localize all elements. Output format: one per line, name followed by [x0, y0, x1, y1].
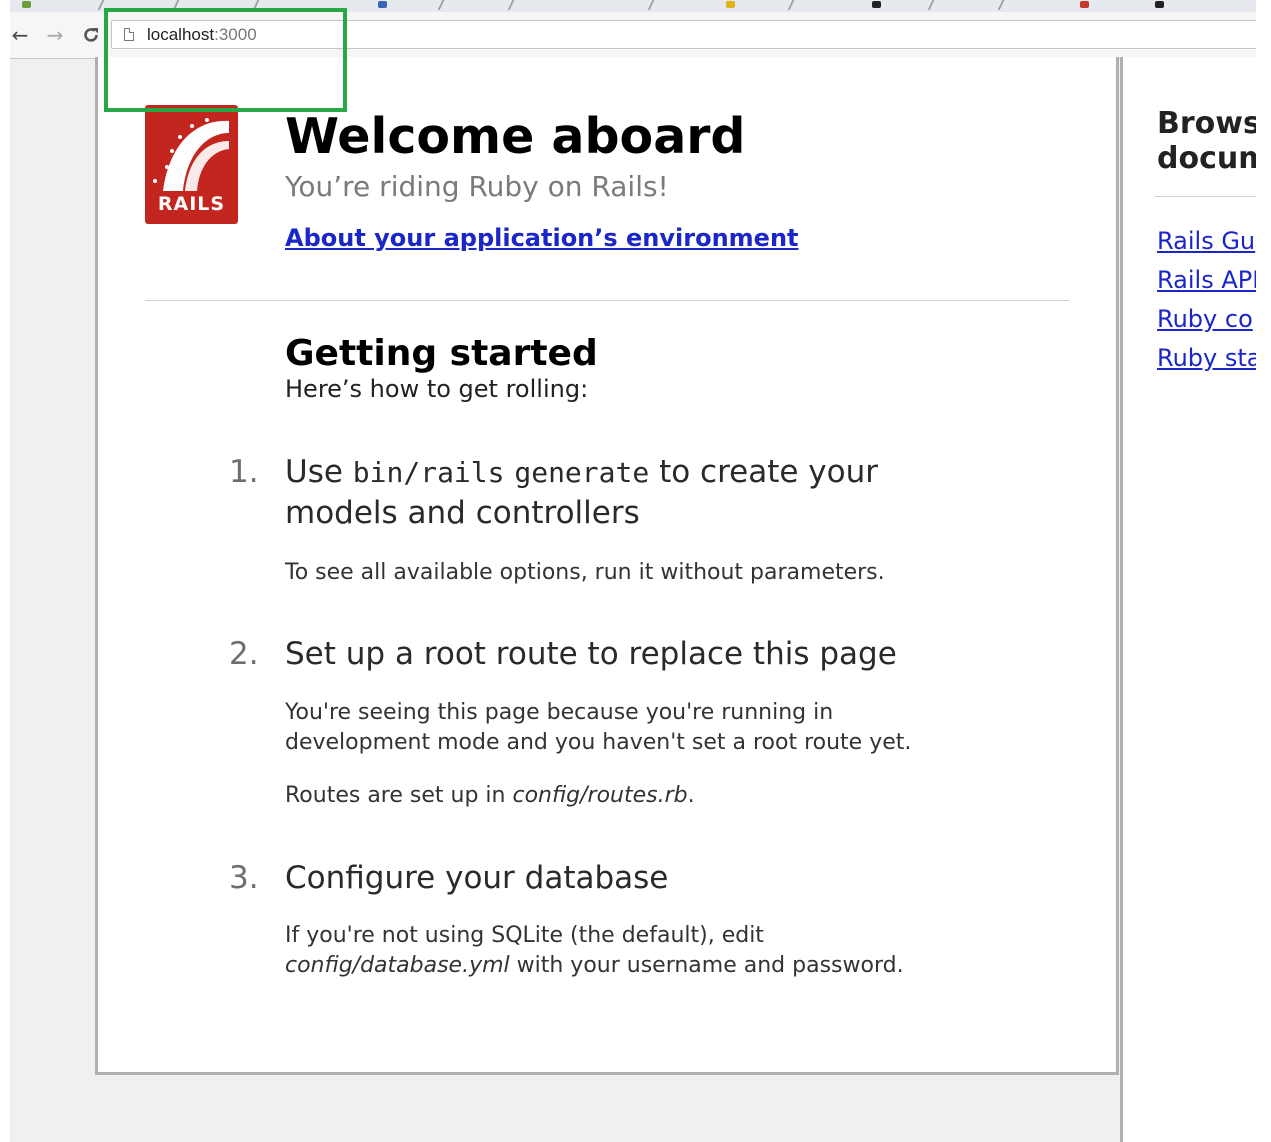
- sidebar-link-rails-guides[interactable]: Rails Gu: [1157, 227, 1255, 255]
- tab-favicon[interactable]: [1155, 1, 1164, 8]
- step-1-code-generate: generate: [514, 456, 650, 489]
- step-1-title-line2: models and controllers: [285, 495, 640, 531]
- page-title: Welcome aboard: [285, 108, 746, 165]
- forward-arrow-icon[interactable]: →: [43, 23, 67, 47]
- browse-heading-line2: docum: [1157, 141, 1270, 176]
- browse-heading-line1: Brows: [1157, 106, 1261, 141]
- step-3-description-line2: config/database.yml with your username a…: [285, 953, 904, 978]
- tab-separator: [507, 0, 515, 10]
- tab-separator: [437, 0, 445, 10]
- address-bar-highlight: [104, 8, 347, 112]
- tab-separator: [787, 0, 795, 10]
- rails-logo: RAILS: [145, 105, 238, 224]
- step-3-description-post: with your username and password.: [516, 953, 904, 978]
- step-1-title: Use bin/rails generate to create your: [285, 454, 878, 490]
- section-divider: [145, 300, 1069, 301]
- getting-started-heading: Getting started: [285, 333, 598, 374]
- step-2-number: 2.: [229, 636, 259, 672]
- tab-favicon[interactable]: [726, 1, 735, 8]
- tab-separator: [647, 0, 655, 10]
- routes-note-pre: Routes are set up in: [285, 783, 506, 808]
- window-right-edge: [1256, 0, 1271, 1142]
- sidebar-panel: [1120, 57, 1256, 1142]
- page-subtitle: You’re riding Ruby on Rails!: [285, 170, 669, 203]
- step-1-title-pre: Use: [285, 454, 343, 490]
- routes-note-post: .: [687, 783, 695, 808]
- tab-favicon[interactable]: [378, 1, 387, 8]
- sidebar-link-ruby-stdlib[interactable]: Ruby sta: [1157, 344, 1262, 372]
- reload-icon[interactable]: [79, 23, 103, 47]
- step-1-number: 1.: [229, 454, 259, 490]
- tab-separator: [997, 0, 1005, 10]
- step-2-description-line2: development mode and you haven't set a r…: [285, 730, 912, 755]
- environment-link[interactable]: About your application’s environment: [285, 224, 799, 252]
- rails-logo-text: RAILS: [157, 193, 226, 215]
- back-arrow-icon[interactable]: ←: [8, 23, 32, 47]
- step-3-number: 3.: [229, 860, 259, 896]
- tab-favicon[interactable]: [1080, 1, 1089, 8]
- tab-separator: [927, 0, 935, 10]
- browse-docs-heading: Brows docum: [1157, 106, 1270, 176]
- step-3-title: Configure your database: [285, 860, 669, 896]
- step-2-routes-note: Routes are set up in config/routes.rb.: [285, 783, 695, 808]
- step-3-description-line1: If you're not using SQLite (the default)…: [285, 923, 764, 948]
- sidebar-divider: [1155, 196, 1256, 197]
- sidebar-link-ruby-core[interactable]: Ruby co: [1157, 305, 1253, 333]
- tab-favicon[interactable]: [22, 1, 31, 8]
- step-1-title-post: to create your: [659, 454, 879, 490]
- database-file: config/database.yml: [285, 953, 510, 978]
- getting-started-subtitle: Here’s how to get rolling:: [285, 375, 589, 403]
- step-1-description: To see all available options, run it wit…: [285, 560, 885, 585]
- tab-favicon[interactable]: [872, 1, 881, 8]
- sidebar-link-rails-api[interactable]: Rails API: [1157, 266, 1259, 294]
- routes-file: config/routes.rb: [512, 783, 688, 808]
- step-2-title: Set up a root route to replace this page: [285, 636, 897, 672]
- step-1-code-binrails: bin/rails: [352, 456, 505, 489]
- step-2-description-line1: You're seeing this page because you're r…: [285, 700, 834, 725]
